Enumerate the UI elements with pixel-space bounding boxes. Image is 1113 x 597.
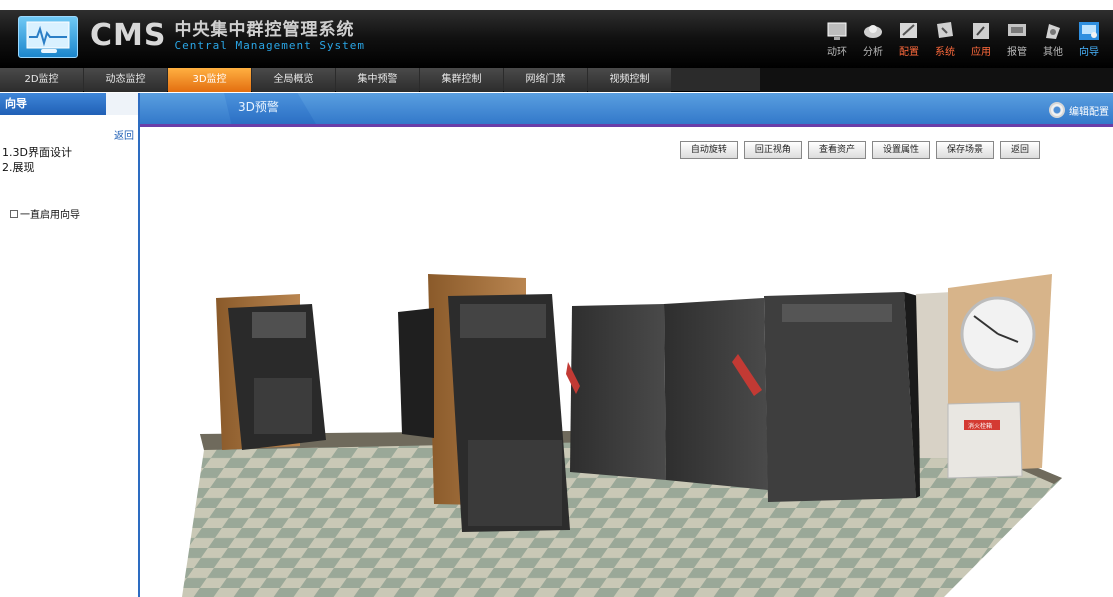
tab-video-control[interactable]: 视频控制 [588, 68, 671, 92]
reset-view-button[interactable]: 回正视角 [743, 141, 802, 159]
scene-action-bar: 自动旋转 回正视角 查看资产 设置属性 保存场景 返回 [679, 141, 1040, 159]
ac-grille [468, 440, 562, 526]
save-scene-button[interactable]: 保存场景 [935, 141, 994, 159]
tab-access-control[interactable]: 网络门禁 [504, 68, 587, 92]
ac-grille [254, 378, 312, 434]
main-nav: 2D监控 动态监控 3D监控 全局概览 集中预警 集群控制 网络门禁 视频控制 [0, 68, 1113, 92]
fire-box-label: 消火栓箱 [968, 422, 992, 430]
toolbar-label: 分析 [863, 47, 883, 58]
sidebar-item-design[interactable]: 1.3D界面设计 [2, 145, 72, 160]
toolbar-label: 报管 [1007, 47, 1027, 58]
app-header: CMS 中央集中群控管理系统 Central Management System… [0, 0, 1113, 68]
sidebar-list: 1.3D界面设计 2.展现 [2, 145, 72, 175]
toolbar-label: 系统 [935, 47, 955, 58]
top-strip [0, 0, 1113, 10]
power-cabinet-panel [782, 304, 892, 322]
app-title-en: Central Management System [174, 39, 366, 52]
back-wall [916, 292, 952, 458]
toolbar-item-config[interactable]: 配置 [893, 20, 925, 60]
wizard-sidebar: 向导 返回 1.3D界面设计 2.展现 一直启用向导 [0, 93, 140, 597]
toolbar-item-other[interactable]: 其他 [1037, 20, 1069, 60]
tab-2d-monitor[interactable]: 2D监控 [0, 68, 83, 92]
sub-header: 3D预警 编辑配置 [140, 93, 1113, 127]
tab-cluster-control[interactable]: 集群控制 [420, 68, 503, 92]
other-icon [1046, 24, 1060, 39]
toolbar-item-system[interactable]: 系统 [929, 20, 961, 60]
ac-grille [252, 312, 306, 338]
scene-viewport[interactable]: 消火栓箱 自动旋转 回正视角 查看资产 设置属性 保存场景 返回 [142, 128, 1113, 597]
server-rack [570, 304, 666, 480]
edit-config-label: 编辑配置 [1069, 106, 1109, 118]
report-icon [1008, 24, 1026, 36]
toolbar-label: 动环 [827, 47, 847, 58]
checkbox-label: 一直启用向导 [20, 210, 80, 221]
sidebar-item-display[interactable]: 2.展现 [2, 160, 72, 175]
return-button[interactable]: 返回 [999, 141, 1040, 159]
toolbar-item-report[interactable]: 报管 [1001, 20, 1033, 60]
toolbar-item-apps[interactable]: 应用 [965, 20, 997, 60]
toolbar-label: 其他 [1043, 47, 1063, 58]
tab-3d-alert[interactable]: 3D预警 [224, 93, 316, 124]
tab-3d-monitor[interactable]: 3D监控 [168, 68, 251, 92]
nav-filler [760, 68, 1113, 92]
sidebar-header: 向导 [0, 93, 138, 115]
top-toolbar: 动环 分析 配置 系统 应用 报管 其他 向导 [821, 20, 1105, 60]
analysis-icon [864, 25, 882, 38]
toolbar-label: 配置 [899, 47, 919, 58]
edit-config-button[interactable]: 编辑配置 [1049, 102, 1109, 118]
fire-hydrant-box [947, 401, 1023, 479]
sub-header-divider [140, 124, 1113, 127]
tab-global-overview[interactable]: 全局概览 [252, 68, 335, 92]
apps-icon [973, 23, 989, 39]
tab-central-alerts[interactable]: 集中预警 [336, 68, 419, 92]
toolbar-item-analysis[interactable]: 分析 [857, 20, 889, 60]
logo-icon [18, 16, 78, 58]
power-cabinet [764, 292, 916, 502]
auto-rotate-button[interactable]: 自动旋转 [679, 141, 738, 159]
sidebar-back-link[interactable]: 返回 [114, 127, 134, 142]
always-wizard-checkbox[interactable]: 一直启用向导 [10, 206, 80, 221]
app-title-zh: 中央集中群控管理系统 [174, 20, 355, 40]
set-properties-button[interactable]: 设置属性 [871, 141, 930, 159]
tab-dynamic-monitor[interactable]: 动态监控 [84, 68, 167, 92]
view-assets-button[interactable]: 查看资产 [807, 141, 866, 159]
brand-cms: CMS [90, 18, 167, 53]
system-icon [937, 22, 953, 38]
toolbar-item-wizard[interactable]: 向导 [1073, 20, 1105, 60]
ac-grille [460, 304, 546, 338]
room-3d-view[interactable]: 消火栓箱 [142, 128, 1113, 597]
checkbox-box[interactable] [10, 209, 18, 218]
toolbar-item-monitor[interactable]: 动环 [821, 20, 853, 60]
rack-back [398, 308, 434, 438]
toolbar-label: 应用 [971, 47, 991, 58]
gear-icon [1049, 102, 1065, 118]
sidebar-tab-wizard[interactable]: 向导 [0, 93, 106, 115]
toolbar-label: 向导 [1079, 47, 1099, 58]
monitor-icon [827, 22, 847, 40]
wizard-icon [1079, 22, 1099, 40]
brand: CMS 中央集中群控管理系统 Central Management System [90, 18, 365, 58]
server-rack [664, 298, 768, 490]
config-icon [900, 23, 917, 38]
